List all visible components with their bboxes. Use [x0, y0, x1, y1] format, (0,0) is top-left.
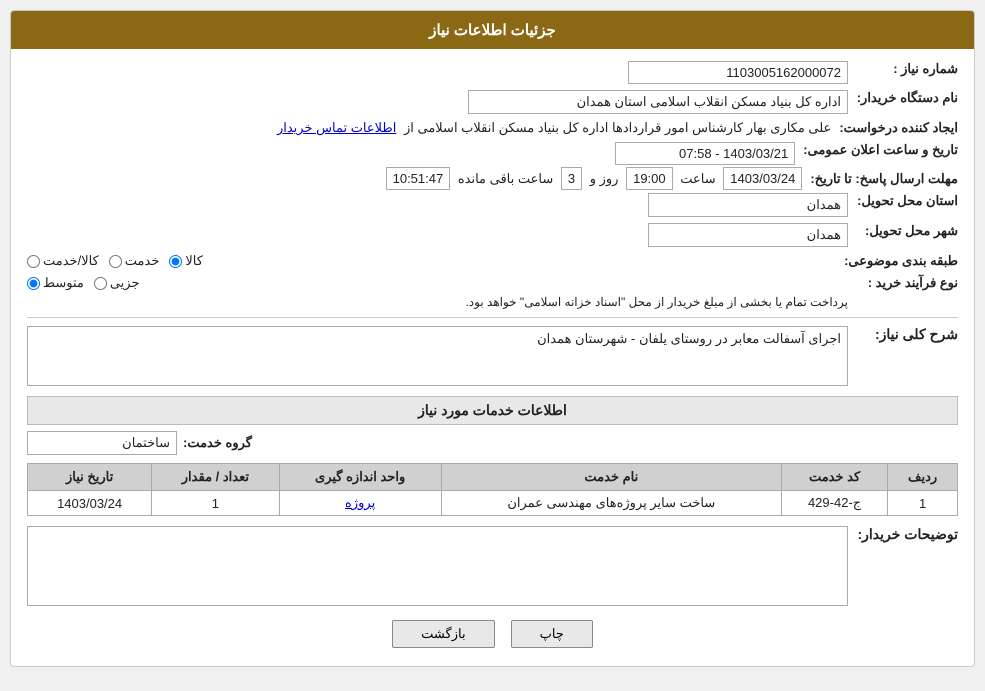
purchase-motevaset-radio[interactable] — [27, 277, 40, 290]
category-kala-khedmat-radio[interactable] — [27, 255, 40, 268]
deadline-label: مهلت ارسال پاسخ: تا تاریخ: — [802, 171, 958, 187]
services-section-title: اطلاعات خدمات مورد نیاز — [27, 396, 958, 425]
deadline-values: 1403/03/24 ساعت 19:00 روز و 3 ساعت باقی … — [27, 171, 802, 187]
category-row: طبقه بندی موضوعی: کالا/خدمت خدمت کالا — [27, 253, 958, 269]
category-khedmat-radio[interactable] — [109, 255, 122, 268]
category-kala-item: کالا — [169, 253, 203, 269]
card-header: جزئیات اطلاعات نیاز — [11, 11, 974, 49]
cell-unit[interactable]: پروژه — [279, 491, 441, 516]
announcement-date-label: تاریخ و ساعت اعلان عمومی: — [795, 142, 958, 158]
creator-label: ایجاد کننده درخواست: — [831, 120, 958, 136]
description-label: شرح کلی نیاز: — [848, 326, 958, 343]
col-service-code: کد خدمت — [781, 464, 887, 491]
deadline-date: 1403/03/24 — [723, 167, 802, 190]
description-value: اجرای آسفالت معابر در روستای یلفان - شهر… — [27, 326, 848, 386]
requester-box: اداره کل بنیاد مسکن انقلاب اسلامی استان … — [468, 90, 848, 114]
buyer-desc-row: توضیحات خریدار: — [27, 526, 958, 606]
table-row: 1ج-42-429ساخت سایر پروژه‌های مهندسی عمرا… — [28, 491, 958, 516]
purchase-type-row: نوع فرآیند خرید : متوسط جزیی پرداخت تمام… — [27, 275, 958, 309]
col-need-date: تاریخ نیاز — [28, 464, 152, 491]
buyer-desc-box — [27, 526, 848, 606]
purchase-type-radio-group: متوسط جزیی — [27, 275, 848, 291]
deadline-remain-label: ساعت باقی مانده — [458, 171, 553, 186]
buttons-row: چاپ بازگشت — [27, 620, 958, 648]
need-number-box: 1103005162000072 — [628, 61, 848, 84]
category-kala-label: کالا — [185, 253, 203, 269]
service-group-label: گروه خدمت: — [183, 435, 252, 451]
deadline-time: 19:00 — [626, 167, 673, 190]
purchase-note: پرداخت تمام یا بخشی از مبلغ خریدار از مح… — [27, 295, 848, 309]
province-row: استان محل تحویل: همدان — [27, 193, 958, 217]
cell-quantity: 1 — [152, 491, 279, 516]
services-table: ردیف کد خدمت نام خدمت واحد اندازه گیری ت… — [27, 463, 958, 516]
category-label: طبقه بندی موضوعی: — [836, 253, 958, 269]
category-kala-khedmat-item: کالا/خدمت — [27, 253, 99, 269]
deadline-days: 3 — [561, 167, 582, 190]
col-quantity: تعداد / مقدار — [152, 464, 279, 491]
city-value: همدان — [27, 223, 848, 247]
deadline-remain: 10:51:47 — [386, 167, 451, 190]
need-number-value: 1103005162000072 — [27, 61, 848, 84]
deadline-day-label: روز و — [590, 171, 619, 186]
main-card: جزئیات اطلاعات نیاز شماره نیاز : 1103005… — [10, 10, 975, 667]
category-khedmat-item: خدمت — [109, 253, 160, 269]
service-group-row: گروه خدمت: ساختمان — [27, 431, 958, 455]
purchase-jozi-label: جزیی — [110, 275, 140, 291]
category-kala-radio[interactable] — [169, 255, 182, 268]
page-wrapper: جزئیات اطلاعات نیاز شماره نیاز : 1103005… — [0, 0, 985, 677]
description-row: شرح کلی نیاز: اجرای آسفالت معابر در روست… — [27, 326, 958, 386]
announcement-date-box: 1403/03/21 - 07:58 — [615, 142, 795, 165]
purchase-type-label: نوع فرآیند خرید : — [848, 275, 958, 291]
creator-name: علی مکاری بهار کارشناس امور قراردادها اد… — [404, 120, 831, 135]
category-radio-group: کالا/خدمت خدمت کالا — [27, 253, 836, 269]
announcement-date-value: 1403/03/21 - 07:58 — [27, 142, 795, 165]
buyer-desc-value — [27, 526, 848, 606]
purchase-jozi-item: جزیی — [94, 275, 140, 291]
deadline-row: مهلت ارسال پاسخ: تا تاریخ: 1403/03/24 سا… — [27, 171, 958, 187]
page-title: جزئیات اطلاعات نیاز — [429, 22, 556, 39]
city-label: شهر محل تحویل: — [848, 223, 958, 239]
category-khedmat-label: خدمت — [125, 253, 160, 269]
province-value: همدان — [27, 193, 848, 217]
purchase-motevaset-item: متوسط — [27, 275, 84, 291]
need-number-label: شماره نیاز : — [848, 61, 958, 77]
col-service-name: نام خدمت — [441, 464, 781, 491]
purchase-jozi-radio[interactable] — [94, 277, 107, 290]
purchase-type-radios: متوسط جزیی پرداخت تمام یا بخشی از مبلغ خ… — [27, 275, 848, 309]
creator-row: ایجاد کننده درخواست: علی مکاری بهار کارش… — [27, 120, 958, 136]
description-box: اجرای آسفالت معابر در روستای یلفان - شهر… — [27, 326, 848, 386]
need-number-row: شماره نیاز : 1103005162000072 — [27, 61, 958, 84]
print-button[interactable]: چاپ — [511, 620, 593, 648]
creator-contact-link[interactable]: اطلاعات تماس خریدار — [277, 120, 396, 135]
requester-value: اداره کل بنیاد مسکن انقلاب اسلامی استان … — [27, 90, 848, 114]
cell-service-code: ج-42-429 — [781, 491, 887, 516]
category-kala-khedmat-label: کالا/خدمت — [43, 253, 99, 269]
city-row: شهر محل تحویل: همدان — [27, 223, 958, 247]
deadline-time-label: ساعت — [680, 171, 715, 186]
creator-value: علی مکاری بهار کارشناس امور قراردادها اد… — [27, 120, 831, 136]
purchase-motevaset-label: متوسط — [43, 275, 84, 291]
cell-service-name: ساخت سایر پروژه‌های مهندسی عمران — [441, 491, 781, 516]
divider-1 — [27, 317, 958, 318]
requester-label: نام دستگاه خریدار: — [848, 90, 958, 106]
province-label: استان محل تحویل: — [848, 193, 958, 209]
cell-row-num: 1 — [888, 491, 958, 516]
requester-row: نام دستگاه خریدار: اداره کل بنیاد مسکن ا… — [27, 90, 958, 114]
buyer-desc-label: توضیحات خریدار: — [848, 526, 958, 543]
province-box: همدان — [648, 193, 848, 217]
col-row-num: ردیف — [888, 464, 958, 491]
card-body: شماره نیاز : 1103005162000072 نام دستگاه… — [11, 49, 974, 666]
back-button[interactable]: بازگشت — [392, 620, 494, 648]
announcement-date-row: تاریخ و ساعت اعلان عمومی: 1403/03/21 - 0… — [27, 142, 958, 165]
category-radios: کالا/خدمت خدمت کالا — [27, 253, 836, 269]
city-box: همدان — [648, 223, 848, 247]
cell-need-date: 1403/03/24 — [28, 491, 152, 516]
service-group-box: ساختمان — [27, 431, 177, 455]
col-unit: واحد اندازه گیری — [279, 464, 441, 491]
